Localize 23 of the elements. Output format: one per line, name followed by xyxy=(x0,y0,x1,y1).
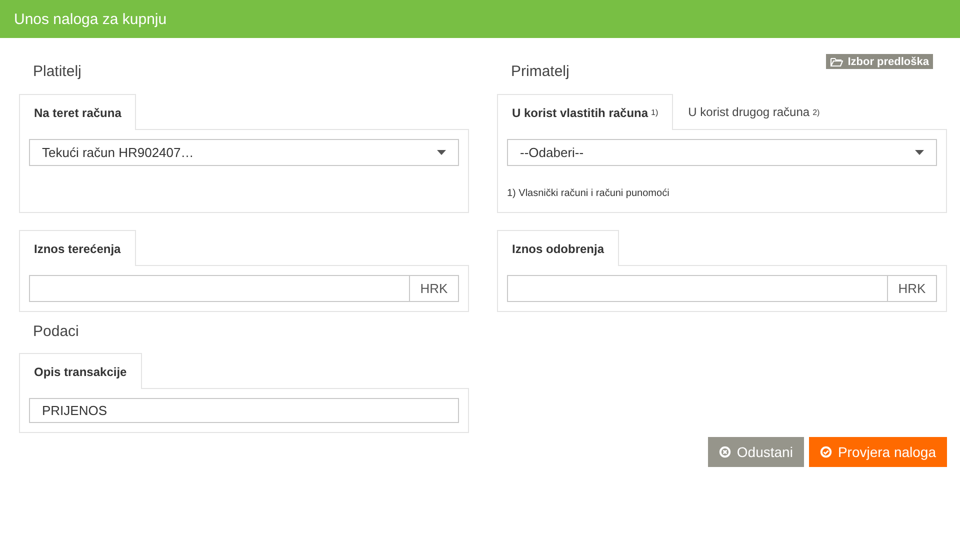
section-title: Platitelj xyxy=(32,62,82,82)
currency-label: HRK xyxy=(410,275,459,302)
tab[interactable]: Opis transakcije xyxy=(19,353,142,389)
tab[interactable]: U korist vlastitih računa $^{1)}$ xyxy=(497,94,674,130)
caret-icon xyxy=(437,150,446,155)
amount-field[interactable] xyxy=(507,275,888,302)
currency-label: HRK xyxy=(888,275,937,302)
check-circle-icon xyxy=(820,446,832,458)
window-title: Unos naloga za kupnju xyxy=(14,10,167,28)
tab[interactable]: Iznos odobrenja xyxy=(497,230,620,266)
folder-icon xyxy=(830,56,843,66)
amount-field[interactable] xyxy=(29,275,410,302)
section-title: Primatelj xyxy=(510,62,570,82)
tab[interactable]: U korist drugog računa $^{2)}$ xyxy=(673,94,835,129)
account-dropdown[interactable]: Tekući račun HR902407… xyxy=(29,139,459,166)
cancel-circle-icon xyxy=(718,446,731,458)
tab[interactable]: Iznos terećenja xyxy=(19,230,136,266)
tab[interactable]: Na teret računa xyxy=(19,94,136,130)
account-dropdown[interactable]: --Odaberi-- xyxy=(507,139,937,166)
description-field[interactable]: PRIJENOS xyxy=(29,398,459,423)
section-title: Podaci xyxy=(32,322,80,342)
caret-icon xyxy=(915,150,924,155)
footnote-text: 1) Vlasnički računi i računi punomoći xyxy=(507,188,670,199)
